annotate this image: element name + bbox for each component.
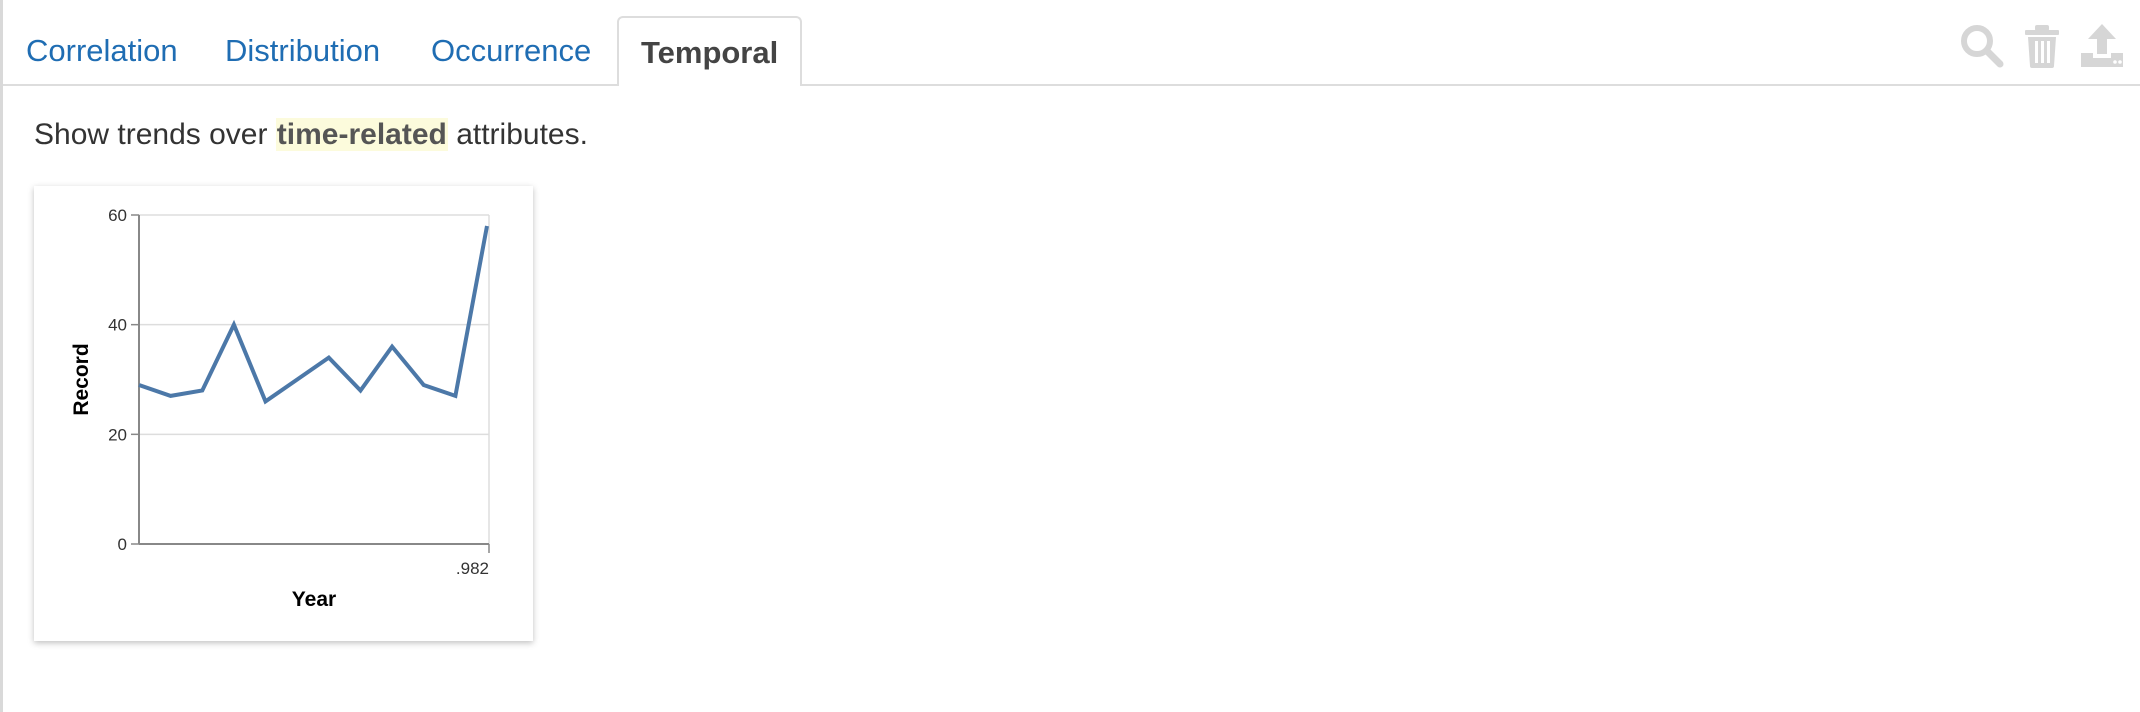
tab-correlation[interactable]: Correlation xyxy=(26,16,178,86)
y-tick-label: 40 xyxy=(108,316,127,335)
view-description: Show trends over time-related attributes… xyxy=(34,118,588,152)
chart-card[interactable]: 0 20 40 60 .982 Year Record xyxy=(34,186,533,641)
description-highlight: time-related xyxy=(275,118,448,151)
x-tick-label: .982 xyxy=(456,559,489,578)
y-tick-label: 60 xyxy=(108,206,127,225)
panel-left-border xyxy=(0,0,3,712)
series-line xyxy=(138,225,489,405)
description-prefix: Show trends over xyxy=(34,118,276,151)
tab-bar: Correlation Distribution Occurrence Temp… xyxy=(0,0,2140,86)
x-axis-title: Year xyxy=(292,588,336,611)
y-tick-label: 20 xyxy=(108,425,127,444)
export-icon[interactable] xyxy=(2078,22,2126,70)
search-icon[interactable] xyxy=(1958,22,2006,70)
temporal-line-chart: 0 20 40 60 .982 Year Record xyxy=(70,206,490,611)
y-axis-title: Record xyxy=(70,343,93,415)
y-tick-label: 0 xyxy=(118,535,127,554)
tab-temporal[interactable]: Temporal xyxy=(617,16,803,86)
trash-icon[interactable] xyxy=(2018,22,2066,70)
tab-distribution[interactable]: Distribution xyxy=(225,16,380,86)
description-suffix: attributes. xyxy=(447,118,588,151)
tab-occurrence[interactable]: Occurrence xyxy=(431,16,591,86)
